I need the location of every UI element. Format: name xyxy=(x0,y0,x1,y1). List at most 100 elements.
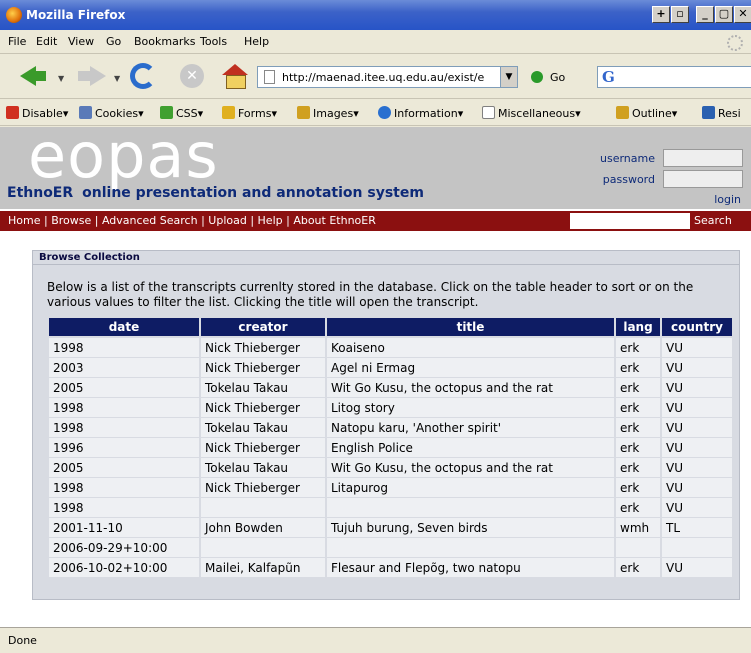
cell-lang[interactable]: erk xyxy=(616,438,660,458)
menu-file[interactable]: File xyxy=(8,35,26,48)
username-input[interactable] xyxy=(663,149,743,167)
nav-browse[interactable]: Browse xyxy=(51,214,91,227)
cell-creator[interactable]: Tokelau Takau xyxy=(201,418,325,438)
menu-go[interactable]: Go xyxy=(106,35,121,48)
cell-date[interactable]: 1998 xyxy=(49,338,199,358)
column-header-lang[interactable]: lang xyxy=(616,318,660,338)
cell-lang[interactable]: erk xyxy=(616,378,660,398)
menu-view[interactable]: View xyxy=(68,35,94,48)
menu-edit[interactable]: Edit xyxy=(36,35,57,48)
back-history-dropdown-icon[interactable]: ▼ xyxy=(58,74,64,83)
cell-lang[interactable]: erk xyxy=(616,478,660,498)
cell-lang[interactable] xyxy=(616,538,660,558)
cell-title[interactable]: Agel ni Ermag xyxy=(327,358,614,378)
devbar-information[interactable]: Information▾ xyxy=(378,106,463,120)
site-logo[interactable]: eopas xyxy=(28,127,219,192)
cell-lang[interactable]: wmh xyxy=(616,518,660,538)
home-button[interactable] xyxy=(222,64,248,89)
cell-country[interactable]: VU xyxy=(662,358,732,378)
cell-lang[interactable]: erk xyxy=(616,358,660,378)
cell-date[interactable]: 1996 xyxy=(49,438,199,458)
cell-date[interactable]: 2001-11-10 xyxy=(49,518,199,538)
cell-country[interactable]: VU xyxy=(662,398,732,418)
cell-date[interactable]: 1998 xyxy=(49,418,199,438)
cell-date[interactable]: 2005 xyxy=(49,378,199,398)
forward-history-dropdown-icon[interactable]: ▼ xyxy=(114,74,120,83)
nav-help[interactable]: Help xyxy=(258,214,283,227)
column-header-title[interactable]: title xyxy=(327,318,614,338)
cell-title[interactable]: Koaiseno xyxy=(327,338,614,358)
cell-country[interactable]: VU xyxy=(662,338,732,358)
stop-button[interactable]: ✕ xyxy=(180,64,204,88)
cell-date[interactable]: 2006-10-02+10:00 xyxy=(49,558,199,578)
nav-upload[interactable]: Upload xyxy=(208,214,247,227)
cell-creator[interactable]: Mailei, Kalfapũn xyxy=(201,558,325,578)
cell-date[interactable]: 2006-09-29+10:00 xyxy=(49,538,199,558)
cell-country[interactable]: VU xyxy=(662,418,732,438)
cell-country[interactable]: VU xyxy=(662,458,732,478)
maximize-button[interactable]: ▢ xyxy=(715,6,733,23)
cell-title[interactable]: English Police xyxy=(327,438,614,458)
url-history-dropdown-icon[interactable]: ▼ xyxy=(500,66,518,88)
cell-country[interactable]: VU xyxy=(662,438,732,458)
cell-country[interactable]: VU xyxy=(662,558,732,578)
cell-title[interactable]: Natopu karu, 'Another spirit' xyxy=(327,418,614,438)
cell-date[interactable]: 2005 xyxy=(49,458,199,478)
cell-date[interactable]: 1998 xyxy=(49,478,199,498)
forward-button[interactable] xyxy=(76,61,106,91)
cell-date[interactable]: 1998 xyxy=(49,498,199,518)
nav-advanced-search[interactable]: Advanced Search xyxy=(102,214,198,227)
cell-creator[interactable]: John Bowden xyxy=(201,518,325,538)
go-icon[interactable] xyxy=(531,71,543,83)
pin-icon[interactable]: + xyxy=(652,6,670,23)
cell-lang[interactable]: erk xyxy=(616,498,660,518)
cell-country[interactable] xyxy=(662,538,732,558)
cell-title[interactable]: Flesaur and Flepõg, two natopu xyxy=(327,558,614,578)
cell-creator[interactable]: Tokelau Takau xyxy=(201,378,325,398)
devbar-resize[interactable]: Resi xyxy=(702,106,741,120)
devbar-css[interactable]: CSS▾ xyxy=(160,106,203,120)
devbar-outline[interactable]: Outline▾ xyxy=(616,106,677,120)
devbar-images[interactable]: Images▾ xyxy=(297,106,359,120)
devbar-forms[interactable]: Forms▾ xyxy=(222,106,277,120)
devbar-cookies[interactable]: Cookies▾ xyxy=(79,106,144,120)
site-search-button[interactable]: Search xyxy=(694,214,732,227)
cell-title[interactable]: Wit Go Kusu, the octopus and the rat xyxy=(327,458,614,478)
login-button[interactable]: login xyxy=(714,193,741,206)
column-header-creator[interactable]: creator xyxy=(201,318,325,338)
cell-creator[interactable] xyxy=(201,498,325,518)
cell-lang[interactable]: erk xyxy=(616,458,660,478)
cell-country[interactable]: VU xyxy=(662,378,732,398)
minimize-button[interactable]: _ xyxy=(696,6,714,23)
cell-title[interactable] xyxy=(327,538,614,558)
password-input[interactable] xyxy=(663,170,743,188)
devbar-miscellaneous[interactable]: Miscellaneous▾ xyxy=(482,106,581,120)
cell-title[interactable]: Wit Go Kusu, the octopus and the rat xyxy=(327,378,614,398)
menu-help[interactable]: Help xyxy=(244,35,269,48)
reload-button[interactable] xyxy=(130,63,156,89)
url-bar[interactable]: http://maenad.itee.uq.edu.au/exist/e xyxy=(257,66,501,88)
cell-title[interactable]: Litapurog xyxy=(327,478,614,498)
nav-about[interactable]: About EthnoER xyxy=(293,214,376,227)
cell-country[interactable]: VU xyxy=(662,498,732,518)
cell-title[interactable]: Litog story xyxy=(327,398,614,418)
search-engine-box[interactable]: G xyxy=(597,66,751,88)
back-button[interactable] xyxy=(20,61,50,91)
menu-tools[interactable]: Tools xyxy=(200,35,227,48)
column-header-country[interactable]: country xyxy=(662,318,732,338)
cell-creator[interactable]: Nick Thieberger xyxy=(201,398,325,418)
menu-bookmarks[interactable]: Bookmarks xyxy=(134,35,195,48)
cell-country[interactable]: VU xyxy=(662,478,732,498)
cell-lang[interactable]: erk xyxy=(616,558,660,578)
cell-creator[interactable]: Nick Thieberger xyxy=(201,478,325,498)
cell-country[interactable]: TL xyxy=(662,518,732,538)
cell-creator[interactable] xyxy=(201,538,325,558)
cell-date[interactable]: 2003 xyxy=(49,358,199,378)
cell-title[interactable] xyxy=(327,498,614,518)
cell-creator[interactable]: Tokelau Takau xyxy=(201,458,325,478)
cell-title[interactable]: Tujuh burung, Seven birds xyxy=(327,518,614,538)
close-button[interactable]: ✕ xyxy=(734,6,751,23)
cell-lang[interactable]: erk xyxy=(616,398,660,418)
cell-date[interactable]: 1998 xyxy=(49,398,199,418)
column-header-date[interactable]: date xyxy=(49,318,199,338)
